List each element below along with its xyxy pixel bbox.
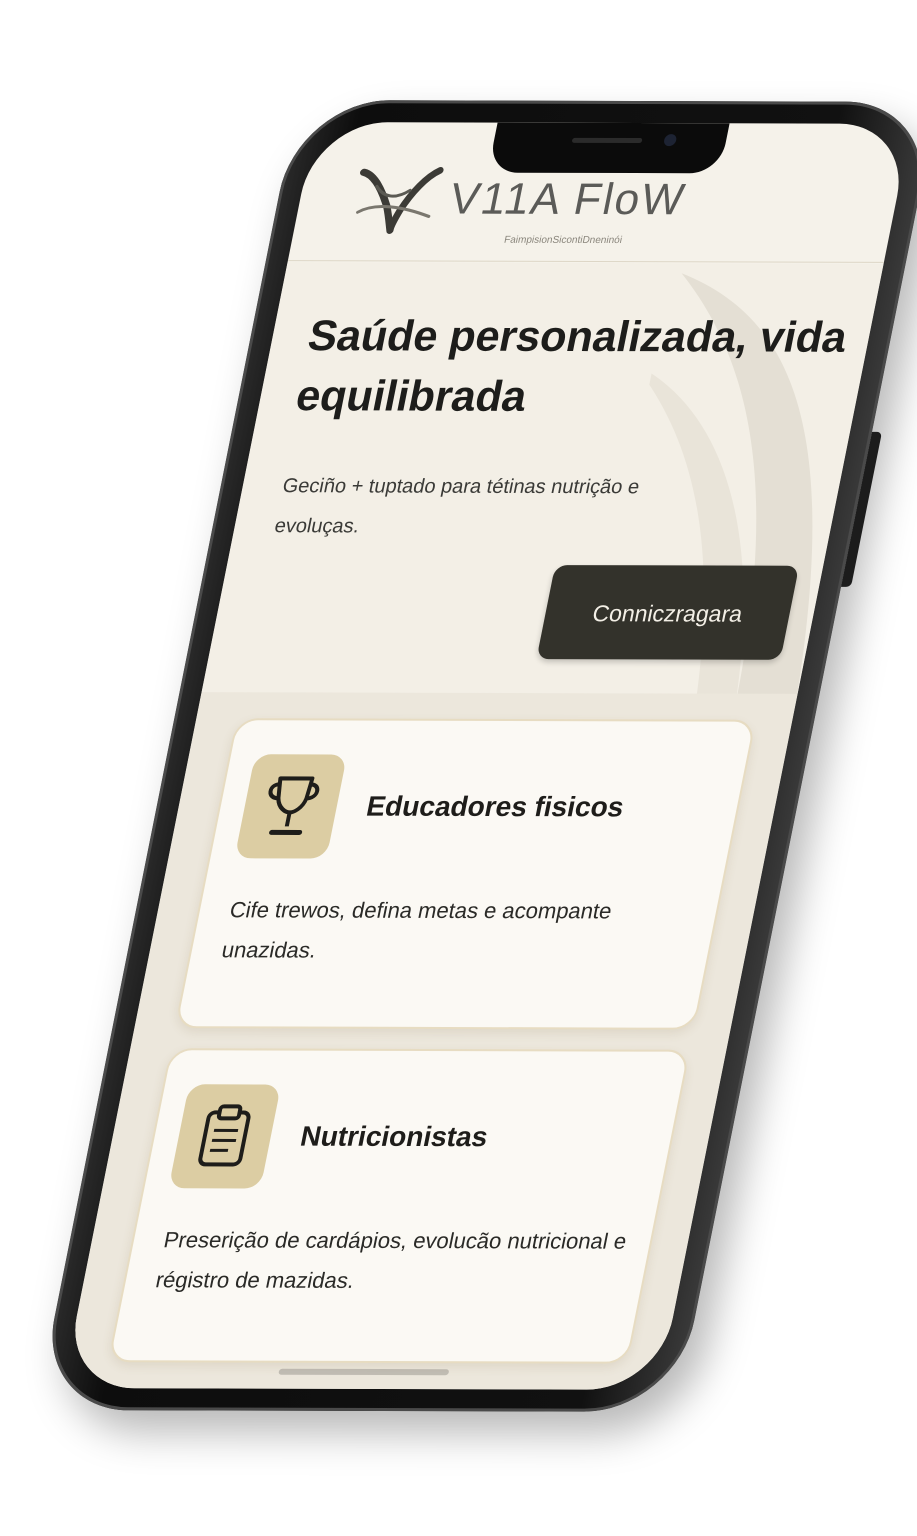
card-title: Nutricionistas [297, 1120, 491, 1153]
cta-button[interactable]: Conniczragara [536, 565, 800, 660]
stage: V11A FloW FaimpisionSicontiDneninói Saúd… [0, 0, 917, 1536]
card-description: Preserição de cardápios, evolucão nutric… [153, 1227, 629, 1293]
app-header: V11A FloW FaimpisionSicontiDneninói [287, 162, 904, 263]
feature-card-nutricionistas[interactable]: Nutricionistas Preserição de cardápios, … [107, 1048, 691, 1364]
card-title: Educadores fisicos [363, 790, 627, 823]
brand-name[interactable]: V11A FloW [445, 175, 690, 226]
notch [487, 122, 730, 174]
phone-screen: V11A FloW FaimpisionSicontiDneninói Saúd… [62, 122, 912, 1390]
brand-tagline: FaimpisionSicontiDneninói [503, 234, 624, 247]
card-icon-tile [168, 1084, 282, 1189]
phone-device: V11A FloW FaimpisionSicontiDneninói Saúd… [36, 100, 917, 1412]
front-camera [663, 134, 678, 147]
card-icon-tile [234, 754, 348, 859]
home-indicator[interactable] [278, 1368, 450, 1376]
clipboard-icon [198, 1104, 251, 1167]
brand-logo-icon[interactable] [347, 166, 445, 236]
earpiece-speaker [571, 137, 643, 144]
hero-title: Saúde personalizada, vida equilibrada [292, 312, 852, 421]
card-description: Cife trewos, defina metas e acompante un… [219, 897, 615, 963]
feature-card-educadores[interactable]: Educadores fisicos Cife trewos, defina m… [174, 718, 757, 1030]
hero-section: Saúde personalizada, vida equilibrada Ge… [201, 262, 884, 704]
hero-subtitle: Geciño + tuptado para tétinas nutrição e… [272, 475, 642, 538]
trophy-icon [268, 776, 320, 835]
